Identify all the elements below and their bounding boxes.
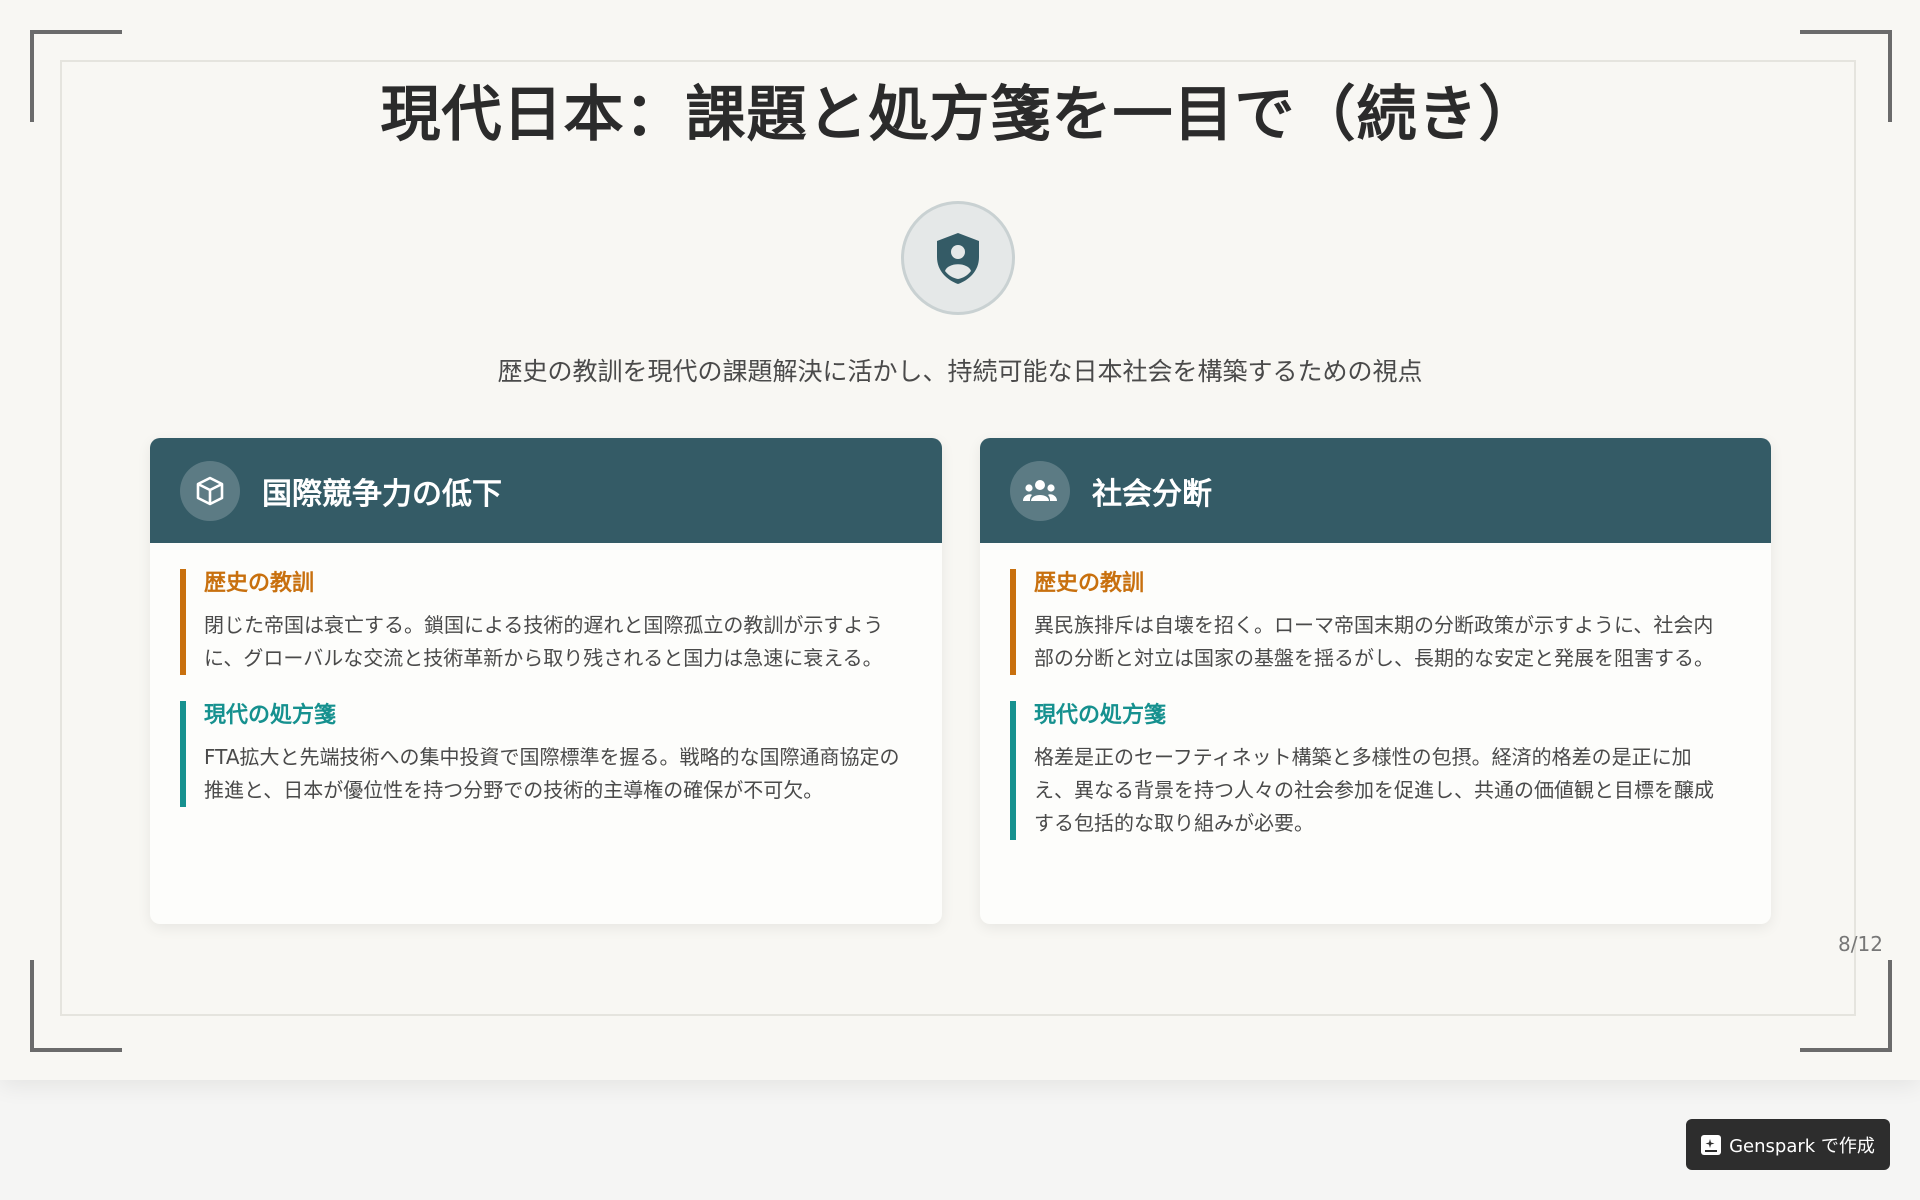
- history-lesson-block: 歴史の教訓 閉じた帝国は衰亡する。鎖国による技術的遅れと国際孤立の教訓が示すよう…: [180, 569, 902, 675]
- genspark-button-label: Genspark で作成: [1729, 1135, 1875, 1157]
- cube-icon: [180, 460, 240, 521]
- history-lesson-label: 歴史の教訓: [1034, 571, 1145, 596]
- card-header: 社会分断: [980, 438, 1771, 543]
- history-lesson-text: 異民族排斥は自壊を招く。ローマ帝国末期の分断政策が示すように、社会内部の分断と対…: [1034, 613, 1714, 670]
- card-title: 国際競争力の低下: [262, 476, 502, 512]
- slide-title: 現代日本：課題と処方箋を一目で（続き）: [380, 80, 1540, 150]
- card-title: 社会分断: [1092, 476, 1212, 512]
- modern-remedy-text: 格差是正のセーフティネット構築と多様性の包摂。経済的格差の是正に加え、異なる背景…: [1034, 745, 1714, 835]
- slide: 現代日本：課題と処方箋を一目で（続き） 歴史の教訓を現代の課題解決に活かし、持続…: [0, 0, 1920, 1080]
- modern-remedy-label: 現代の処方箋: [1034, 703, 1167, 728]
- modern-remedy-block: 現代の処方箋 格差是正のセーフティネット構築と多様性の包摂。経済的格差の是正に加…: [1010, 701, 1731, 840]
- page-number: 8/12: [1838, 932, 1883, 956]
- card-body: 歴史の教訓 異民族排斥は自壊を招く。ローマ帝国末期の分断政策が示すように、社会内…: [980, 543, 1771, 840]
- user-shield-icon: [901, 201, 1015, 315]
- modern-remedy-label: 現代の処方箋: [204, 703, 337, 728]
- card-social-division: 社会分断 歴史の教訓 異民族排斥は自壊を招く。ローマ帝国末期の分断政策が示すよう…: [980, 438, 1771, 924]
- modern-remedy-block: 現代の処方箋 FTA拡大と先端技術への集中投資で国際標準を握る。戦略的な国際通商…: [180, 701, 902, 807]
- history-lesson-label: 歴史の教訓: [204, 571, 315, 596]
- card-international-competitiveness: 国際競争力の低下 歴史の教訓 閉じた帝国は衰亡する。鎖国による技術的遅れと国際孤…: [150, 438, 942, 924]
- users-icon: [1010, 460, 1070, 521]
- history-lesson-text: 閉じた帝国は衰亡する。鎖国による技術的遅れと国際孤立の教訓が示すように、グローバ…: [204, 613, 884, 670]
- genspark-logo-icon: [1701, 1134, 1722, 1155]
- genspark-create-button[interactable]: Genspark で作成: [1686, 1119, 1890, 1170]
- card-body: 歴史の教訓 閉じた帝国は衰亡する。鎖国による技術的遅れと国際孤立の教訓が示すよう…: [150, 543, 942, 807]
- slide-subtitle: 歴史の教訓を現代の課題解決に活かし、持続可能な日本社会を構築するための視点: [497, 357, 1423, 386]
- card-header: 国際競争力の低下: [150, 438, 942, 543]
- history-lesson-block: 歴史の教訓 異民族排斥は自壊を招く。ローマ帝国末期の分断政策が示すように、社会内…: [1010, 569, 1731, 675]
- modern-remedy-text: FTA拡大と先端技術への集中投資で国際標準を握る。戦略的な国際通商協定の推進と、…: [204, 745, 900, 802]
